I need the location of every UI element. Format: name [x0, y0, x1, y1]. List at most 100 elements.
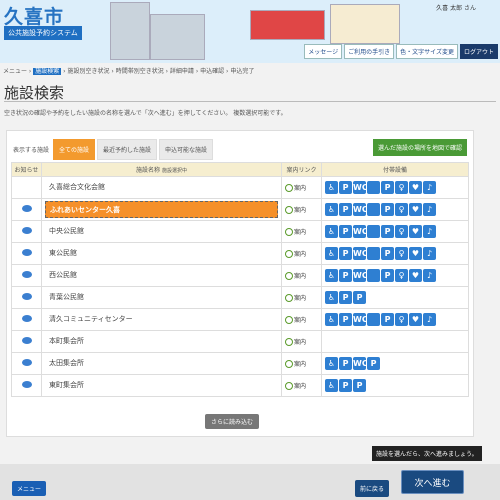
- notice-cell: [11, 352, 42, 375]
- notice-icon[interactable]: [21, 205, 32, 212]
- facility-name-cell[interactable]: 東公民館: [41, 242, 282, 265]
- table-row[interactable]: 清久コミュニティセンター 案内 ♿ P WC P ♀ ♥ ♪: [11, 308, 469, 331]
- elevator-icon: [367, 203, 380, 216]
- facility-table: お知らせ 施設名称 施設選択中 案内リンク 付帯設備 久喜総合文化会館 案内 ♿ P W…: [11, 162, 469, 397]
- notice-cell: [11, 330, 42, 353]
- baby-icon: ♀: [395, 203, 408, 216]
- color-font-size-button[interactable]: 色・文字サイズ変更: [396, 44, 458, 59]
- facility-name[interactable]: 太田集会所: [45, 355, 278, 372]
- guide-link[interactable]: 案内: [285, 360, 306, 369]
- guide-icon: [285, 206, 293, 215]
- page-title: 施設検索: [4, 84, 65, 102]
- logout-button[interactable]: ログアウト: [459, 44, 498, 59]
- guide-label: 案内: [294, 316, 307, 324]
- breadcrumb-menu[interactable]: メニュー ›: [3, 68, 31, 75]
- breadcrumb: メニュー › 施設検索 › 施設別空き状況 › 時間帯別空き状況 › 詳細申請 …: [3, 66, 254, 75]
- guide-icon: [285, 338, 293, 347]
- guide-cell: 案内: [281, 308, 322, 331]
- facility-name[interactable]: ふれあいセンター久喜: [45, 201, 278, 218]
- menu-button[interactable]: メニュー: [12, 481, 47, 496]
- equipment-cell: ♿ P P: [321, 286, 469, 309]
- facility-name[interactable]: 久喜総合文化会館: [45, 179, 278, 196]
- notice-icon[interactable]: [21, 337, 32, 344]
- table-row[interactable]: ふれあいセンター久喜 案内 ♿ P WC P ♀ ♥ ♪: [11, 198, 469, 221]
- notice-icon[interactable]: [21, 293, 32, 300]
- table-row[interactable]: 本町集会所 案内: [11, 330, 469, 353]
- notice-icon[interactable]: [21, 271, 32, 278]
- next-button[interactable]: 次へ進む: [401, 470, 464, 494]
- table-row[interactable]: 東公民館 案内 ♿ P WC P ♀ ♥ ♪: [11, 242, 469, 265]
- load-more-button[interactable]: さらに読み込む: [205, 414, 260, 429]
- breadcrumb-steps: › 施設別空き状況 › 時間帯別空き状況 › 詳細申請 › 申込確認 › 申込完…: [63, 68, 255, 75]
- notice-icon[interactable]: [21, 381, 32, 388]
- toilet-icon: WC: [353, 203, 368, 216]
- tab-all-facilities[interactable]: 全ての施設: [53, 139, 96, 160]
- guide-link[interactable]: 案内: [285, 184, 306, 193]
- guide-link[interactable]: 案内: [285, 250, 306, 259]
- facility-name[interactable]: 清久コミュニティセンター: [45, 311, 278, 328]
- facility-name-cell[interactable]: 西公民館: [41, 264, 282, 287]
- notice-icon[interactable]: [21, 359, 32, 366]
- guide-label: 案内: [294, 228, 307, 236]
- wheelchair-icon: ♿: [325, 291, 338, 304]
- guide-label: 案内: [294, 272, 307, 280]
- parking-icon: P: [381, 247, 394, 260]
- facility-name[interactable]: 本町集会所: [45, 333, 278, 350]
- guide-link[interactable]: 案内: [285, 206, 306, 215]
- table-row[interactable]: 青葉公民館 案内 ♿ P P: [11, 286, 469, 309]
- notice-cell: [11, 242, 42, 265]
- wheelchair-icon: ♿: [325, 181, 338, 194]
- message-button[interactable]: メッセージ: [304, 44, 343, 59]
- facility-panel: 表示する施設 全ての施設 最近予約した施設 申込可能な施設 選んだ施設の場所を地…: [6, 130, 474, 437]
- building-illustration: [110, 2, 150, 60]
- guide-link[interactable]: 案内: [285, 294, 306, 303]
- notice-icon[interactable]: [21, 315, 32, 322]
- guide-link[interactable]: 案内: [285, 338, 306, 347]
- facility-name[interactable]: 西公民館: [45, 267, 278, 284]
- table-row[interactable]: 東町集会所 案内 ♿ P P: [11, 374, 469, 397]
- facility-name-cell[interactable]: 本町集会所: [41, 330, 282, 353]
- table-row[interactable]: 西公民館 案内 ♿ P WC P ♀ ♥ ♪: [11, 264, 469, 287]
- hearing-icon: ♪: [423, 269, 436, 282]
- notice-icon[interactable]: [21, 249, 32, 256]
- tab-recent-facilities[interactable]: 最近予約した施設: [97, 139, 158, 160]
- facility-name[interactable]: 青葉公民館: [45, 289, 278, 306]
- guide-link[interactable]: 案内: [285, 316, 307, 325]
- building-illustration: [150, 14, 205, 60]
- wheelchair-icon: ♿: [325, 225, 338, 238]
- facility-name-cell[interactable]: 清久コミュニティセンター: [41, 308, 282, 331]
- facility-name[interactable]: 東町集会所: [45, 377, 278, 394]
- parking-wc-icon: P: [339, 181, 352, 194]
- back-button[interactable]: 前に戻る: [355, 480, 390, 497]
- table-row[interactable]: 太田集会所 案内 ♿ P WC P: [11, 352, 469, 375]
- guide-cell: 案内: [281, 330, 322, 353]
- facility-name[interactable]: 東公民館: [45, 245, 278, 262]
- guide-link[interactable]: 案内: [285, 272, 307, 281]
- guide-button[interactable]: ご利用の手引き: [344, 44, 395, 59]
- baby-icon: ♀: [395, 181, 408, 194]
- guide-link[interactable]: 案内: [285, 382, 306, 391]
- map-button[interactable]: 選んだ施設の場所を地図で確認: [372, 139, 467, 156]
- guide-icon: [285, 294, 293, 303]
- facility-name-cell[interactable]: 太田集会所: [41, 352, 282, 375]
- facility-name-cell[interactable]: 中央公民館: [41, 220, 282, 243]
- facility-name[interactable]: 中央公民館: [45, 223, 278, 240]
- hearing-icon: ♪: [423, 247, 436, 260]
- facility-name-cell[interactable]: 久喜総合文化会館: [41, 176, 282, 199]
- facility-name-cell[interactable]: ふれあいセンター久喜: [41, 198, 282, 221]
- column-header-name-label: 施設名称: [136, 167, 161, 174]
- parking-icon: P: [381, 203, 394, 216]
- facility-name-cell[interactable]: 東町集会所: [41, 374, 282, 397]
- guide-cell: 案内: [281, 286, 322, 309]
- tab-available-facilities[interactable]: 申込可能な施設: [159, 139, 214, 160]
- notice-icon[interactable]: [21, 227, 32, 234]
- site-title: 久喜市: [4, 6, 65, 28]
- equipment-cell: ♿ P WC P ♀ ♥ ♪: [321, 176, 469, 199]
- guide-link[interactable]: 案内: [285, 228, 307, 237]
- utility-toolbar: メッセージ ご利用の手引き 色・文字サイズ変更 ログアウト: [304, 44, 498, 59]
- table-row[interactable]: 久喜総合文化会館 案内 ♿ P WC P ♀ ♥ ♪: [11, 176, 469, 199]
- table-row[interactable]: 中央公民館 案内 ♿ P WC P ♀ ♥ ♪: [11, 220, 469, 243]
- column-header-guide: 案内リンク: [281, 162, 322, 177]
- column-header-name-note: 施設選択中: [161, 168, 187, 174]
- facility-name-cell[interactable]: 青葉公民館: [41, 286, 282, 309]
